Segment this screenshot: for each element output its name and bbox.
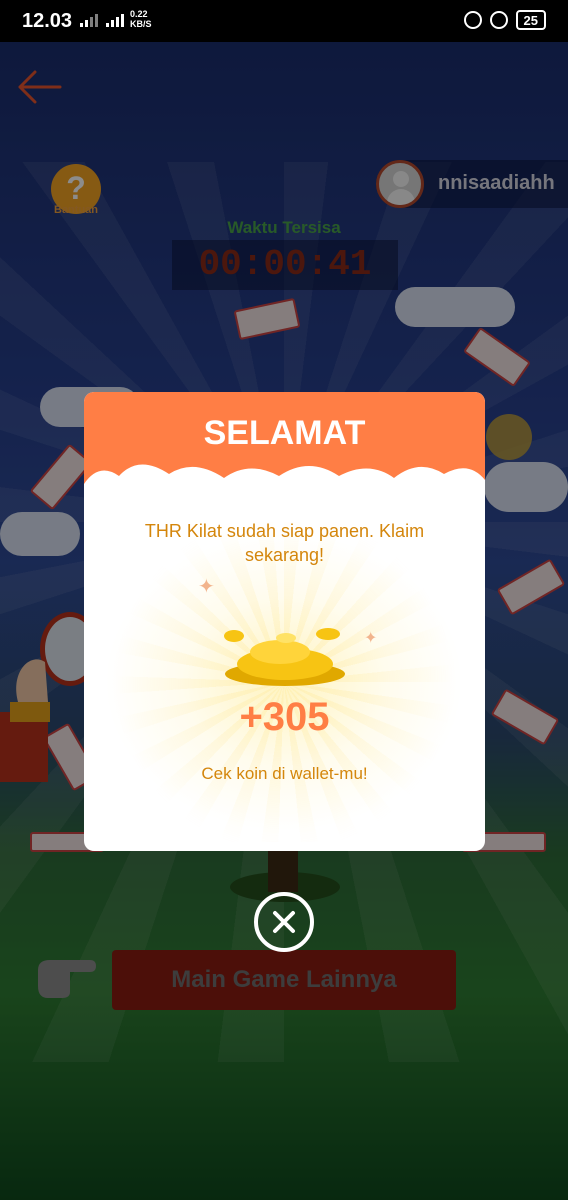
close-icon (273, 911, 295, 933)
network-speed-value: 0.22 (130, 9, 148, 19)
sparkle-icon: ✦ (364, 630, 378, 647)
status-time: 12.03 (22, 10, 73, 32)
close-button[interactable] (254, 892, 314, 952)
reward-note: Cek koin di wallet-mu! (201, 764, 368, 783)
reward-amount: +305 (239, 695, 330, 739)
modal-title: SELAMAT (203, 414, 366, 452)
cloud-edge-decoration (84, 464, 485, 514)
coin-pile-icon (224, 628, 345, 686)
reward-modal: SELAMAT THR Kilat sudah siap panen. Klai… (84, 392, 485, 851)
modal-header: SELAMAT (84, 392, 485, 514)
signal-icon (80, 14, 124, 27)
alarm-icon (489, 11, 508, 29)
lock-rotation-icon (463, 11, 482, 29)
network-speed: 0.22 KB/S (130, 9, 152, 29)
network-speed-unit: KB/S (130, 19, 152, 29)
status-bar: 12.03 0.22 KB/S 25 (0, 0, 568, 42)
battery-icon: 25 (515, 10, 546, 30)
modal-message: THR Kilat sudah siap panen. Klaim sekara… (144, 521, 425, 565)
sparkle-icon: ✦ (198, 576, 215, 598)
